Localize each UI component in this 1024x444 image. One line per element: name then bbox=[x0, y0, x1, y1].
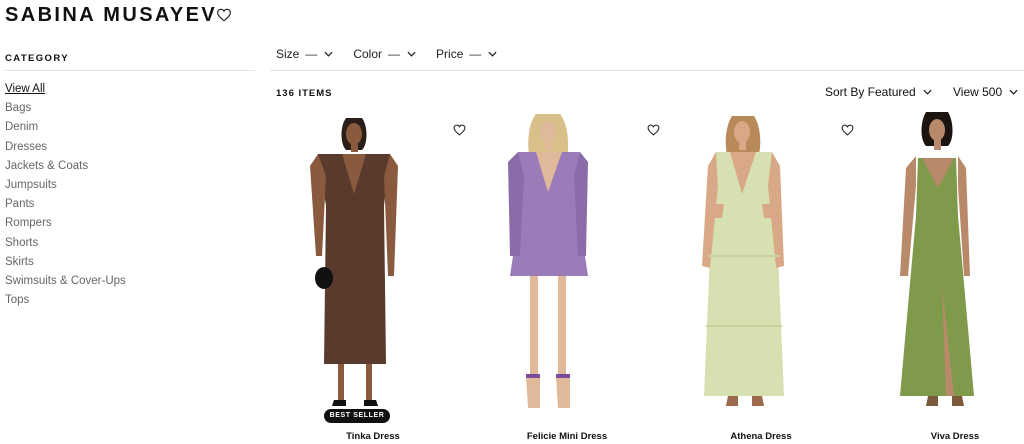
category-item-bags[interactable]: Bags bbox=[5, 101, 126, 120]
wishlist-heart-icon[interactable] bbox=[216, 8, 232, 22]
sort-dropdown[interactable]: Sort By Featured bbox=[825, 85, 932, 99]
product-image[interactable] bbox=[858, 106, 1024, 422]
category-list: View All Bags Denim Dresses Jackets & Co… bbox=[5, 82, 126, 312]
category-item-shorts[interactable]: Shorts bbox=[5, 236, 126, 255]
view-count-dropdown[interactable]: View 500 bbox=[953, 85, 1018, 99]
filter-size-label: Size bbox=[276, 47, 300, 61]
filter-price-label: Price bbox=[436, 47, 464, 61]
filter-dash: — bbox=[388, 47, 401, 61]
filter-dash: — bbox=[305, 47, 318, 61]
product-name[interactable]: Felicie Mini Dress bbox=[470, 431, 664, 442]
chevron-down-icon bbox=[1009, 89, 1018, 95]
category-divider bbox=[5, 70, 255, 71]
filter-dash: — bbox=[469, 47, 482, 61]
category-item-view-all[interactable]: View All bbox=[5, 82, 126, 101]
filter-divider bbox=[270, 70, 1024, 71]
best-seller-badge: BEST SELLER bbox=[324, 409, 390, 423]
filter-bar: Size — Color — Price — bbox=[276, 47, 497, 61]
favorite-heart-icon[interactable] bbox=[647, 124, 660, 136]
product-image[interactable] bbox=[470, 106, 664, 422]
filter-color[interactable]: Color — bbox=[353, 47, 416, 61]
product-card-felicie[interactable]: Felicie Mini Dress bbox=[470, 106, 664, 444]
category-item-swimsuits[interactable]: Swimsuits & Cover-Ups bbox=[5, 274, 126, 293]
category-item-tops[interactable]: Tops bbox=[5, 293, 126, 312]
brand-logo[interactable]: SABINA MUSAYEV bbox=[5, 4, 217, 27]
product-image[interactable] bbox=[276, 106, 470, 422]
product-card-viva[interactable]: Viva Dress bbox=[858, 106, 1024, 444]
chevron-down-icon bbox=[488, 51, 497, 57]
filter-price[interactable]: Price — bbox=[436, 47, 497, 61]
product-card-tinka[interactable]: BEST SELLER Tinka Dress bbox=[276, 106, 470, 444]
product-image[interactable] bbox=[664, 106, 858, 422]
chevron-down-icon bbox=[923, 89, 932, 95]
view-count-label: View 500 bbox=[953, 85, 1003, 99]
category-item-skirts[interactable]: Skirts bbox=[5, 255, 126, 274]
favorite-heart-icon[interactable] bbox=[841, 124, 854, 136]
category-item-jumpsuits[interactable]: Jumpsuits bbox=[5, 178, 126, 197]
category-item-dresses[interactable]: Dresses bbox=[5, 140, 126, 159]
category-item-jackets-coats[interactable]: Jackets & Coats bbox=[5, 159, 126, 178]
sort-label: Sort By Featured bbox=[825, 85, 916, 99]
filter-color-label: Color bbox=[353, 47, 383, 61]
product-name[interactable]: Viva Dress bbox=[858, 431, 1024, 442]
product-name[interactable]: Tinka Dress bbox=[276, 431, 470, 442]
favorite-heart-icon[interactable] bbox=[453, 124, 466, 136]
category-item-rompers[interactable]: Rompers bbox=[5, 216, 126, 235]
product-card-athena[interactable]: Athena Dress bbox=[664, 106, 858, 444]
items-count: 136 ITEMS bbox=[276, 88, 333, 99]
product-name[interactable]: Athena Dress bbox=[664, 431, 858, 442]
category-item-pants[interactable]: Pants bbox=[5, 197, 126, 216]
filter-size[interactable]: Size — bbox=[276, 47, 333, 61]
category-title: CATEGORY bbox=[5, 53, 69, 64]
chevron-down-icon bbox=[407, 51, 416, 57]
category-item-denim[interactable]: Denim bbox=[5, 120, 126, 139]
chevron-down-icon bbox=[324, 51, 333, 57]
